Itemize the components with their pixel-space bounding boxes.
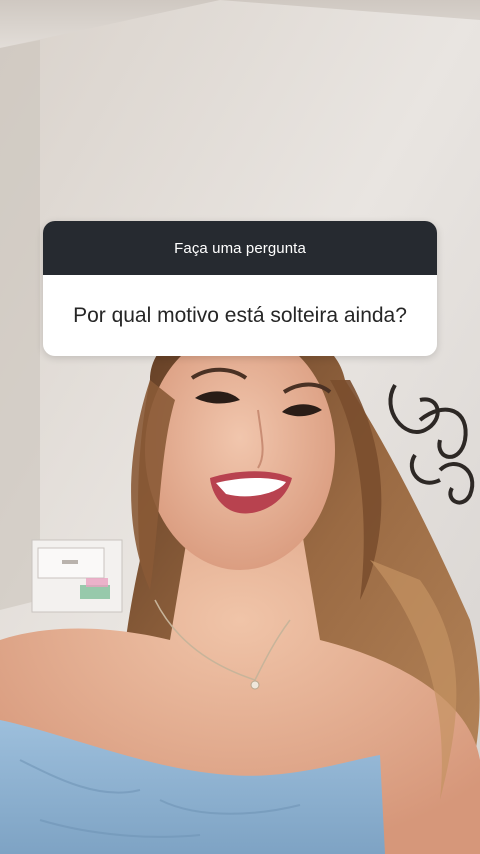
question-text: Por qual motivo está solteira ainda? — [73, 303, 407, 327]
question-sticker-header: Faça uma pergunta — [43, 221, 437, 275]
nightstand — [31, 539, 123, 613]
question-sticker-prompt: Faça uma pergunta — [174, 239, 306, 257]
question-sticker-body: Por qual motivo está solteira ainda? — [43, 275, 437, 356]
face — [145, 330, 335, 570]
question-sticker[interactable]: Faça uma pergunta Por qual motivo está s… — [43, 221, 437, 356]
selfie-photo — [0, 0, 480, 854]
necklace-pendant — [250, 680, 260, 690]
story-background-photo — [0, 0, 480, 854]
